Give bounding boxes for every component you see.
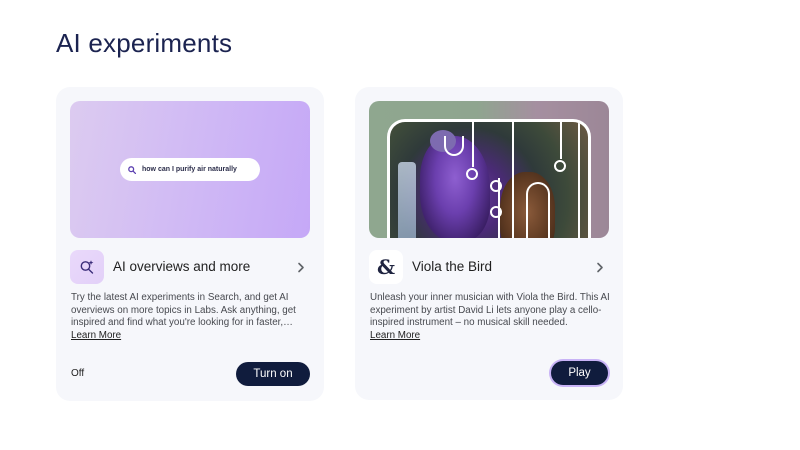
turn-on-button[interactable]: Turn on <box>236 362 310 386</box>
sparkle-search-icon <box>70 250 104 284</box>
status-label: Off <box>71 368 85 379</box>
string-arch-decoration <box>526 182 550 238</box>
search-icon <box>128 165 136 174</box>
ampersand-icon: & <box>369 250 403 284</box>
learn-more-link[interactable]: Learn More <box>71 330 121 341</box>
string-ring-decoration <box>490 206 502 218</box>
string-decoration <box>560 122 562 159</box>
card-description-text: Unleash your inner musician with Viola t… <box>370 292 610 329</box>
string-arch-decoration <box>444 136 464 156</box>
waterfall-decoration <box>398 162 416 238</box>
card-description: Try the latest AI experiments in Search,… <box>71 292 311 330</box>
string-ring-decoration <box>490 180 502 192</box>
learn-more-link[interactable]: Learn More <box>370 330 420 341</box>
card-hero-image: how can I purify air naturally <box>70 101 310 238</box>
card-description: Unleash your inner musician with Viola t… <box>370 292 610 330</box>
string-decoration <box>472 122 474 167</box>
string-ring-decoration <box>466 168 478 180</box>
string-decoration <box>512 122 514 238</box>
string-ring-decoration <box>554 160 566 172</box>
experiment-card-viola-the-bird: & Viola the Bird Unleash your inner musi… <box>355 87 623 400</box>
card-title[interactable]: AI overviews and more <box>113 259 250 274</box>
chevron-right-icon[interactable] <box>294 260 308 274</box>
experiment-card-ai-overviews: how can I purify air naturally AI overvi… <box>56 87 324 401</box>
play-button[interactable]: Play <box>551 361 608 385</box>
page-title: AI experiments <box>56 28 233 58</box>
card-description-text: Try the latest AI experiments in Search,… <box>71 292 296 329</box>
search-preview: how can I purify air naturally <box>120 158 260 181</box>
card-title[interactable]: Viola the Bird <box>412 259 492 274</box>
card-hero-image <box>369 101 609 238</box>
search-query-text: how can I purify air naturally <box>142 166 237 173</box>
viola-preview-image <box>387 119 591 238</box>
chevron-right-icon[interactable] <box>593 260 607 274</box>
string-decoration <box>578 122 580 238</box>
